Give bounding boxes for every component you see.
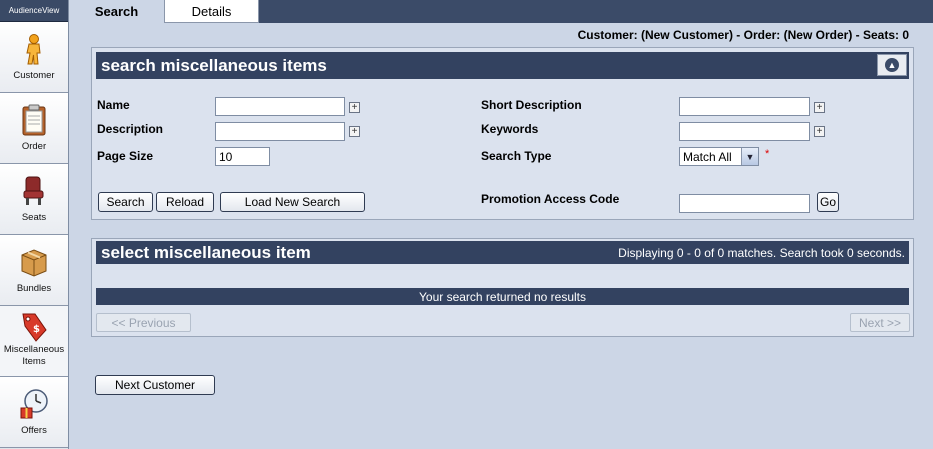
sidebar-item-order[interactable]: Order xyxy=(0,93,68,164)
brand-logo: AudienceView xyxy=(0,0,68,22)
go-button[interactable]: Go xyxy=(817,192,839,212)
price-tag-icon: $ xyxy=(18,310,50,344)
sidebar-item-label: Bundles xyxy=(16,283,52,294)
sidebar-item-label: Order xyxy=(21,141,47,152)
chevron-down-icon[interactable]: ▼ xyxy=(741,148,758,165)
sidebar-item-label: Customer xyxy=(13,70,55,81)
short-description-label: Short Description xyxy=(481,98,582,112)
search-type-value: Match All xyxy=(683,149,732,164)
page-size-input[interactable] xyxy=(215,147,270,166)
keywords-input[interactable] xyxy=(679,122,810,141)
description-label: Description xyxy=(97,122,164,136)
sidebar-item-miscellaneous-items[interactable]: $ Miscellaneous Items xyxy=(0,306,68,377)
seat-icon xyxy=(18,174,50,208)
sidebar-item-offers[interactable]: Offers xyxy=(0,377,68,448)
sidebar-item-label: Seats xyxy=(21,212,47,223)
short-description-input[interactable] xyxy=(679,97,810,116)
sidebar-item-label: Miscellaneous Items xyxy=(3,344,65,367)
search-panel-title: search miscellaneous items xyxy=(101,55,327,75)
page-size-label: Page Size xyxy=(97,149,154,163)
sidebar-item-label: Offers xyxy=(21,425,47,436)
load-new-search-button[interactable]: Load New Search xyxy=(220,192,365,212)
name-input[interactable] xyxy=(215,97,345,116)
next-customer-button[interactable]: Next Customer xyxy=(95,375,215,395)
box-icon xyxy=(18,245,50,279)
results-panel: select miscellaneous item Displaying 0 -… xyxy=(91,238,914,337)
tab-details[interactable]: Details xyxy=(164,0,259,23)
clock-gift-icon xyxy=(18,387,50,421)
search-panel: search miscellaneous items ▲ Name + Desc… xyxy=(91,47,914,220)
customer-figure-icon xyxy=(18,32,50,66)
svg-text:$: $ xyxy=(33,324,40,335)
promotion-access-code-label: Promotion Access Code xyxy=(481,192,620,206)
collapse-button[interactable]: ▲ xyxy=(877,54,907,76)
no-results-message: Your search returned no results xyxy=(96,288,909,305)
results-panel-title: select miscellaneous item xyxy=(101,242,311,262)
keywords-label: Keywords xyxy=(481,122,539,136)
expand-plus-icon[interactable]: + xyxy=(349,102,360,113)
results-status: Displaying 0 - 0 of 0 matches. Search to… xyxy=(618,245,905,260)
expand-plus-icon[interactable]: + xyxy=(814,102,825,113)
search-panel-header: search miscellaneous items ▲ xyxy=(96,52,909,79)
search-button[interactable]: Search xyxy=(98,192,153,212)
promotion-access-code-input[interactable] xyxy=(679,194,810,213)
tab-bar: Search Details xyxy=(69,0,933,23)
description-input[interactable] xyxy=(215,122,345,141)
reload-button[interactable]: Reload xyxy=(156,192,214,212)
expand-plus-icon[interactable]: + xyxy=(814,126,825,137)
required-marker: * xyxy=(765,148,770,160)
order-status-line: Customer: (New Customer) - Order: (New O… xyxy=(577,28,909,42)
sidebar-item-seats[interactable]: Seats xyxy=(0,164,68,235)
clipboard-icon xyxy=(18,103,50,137)
tab-search[interactable]: Search xyxy=(69,0,164,23)
sidebar: AudienceView Customer Order Seats Bundle… xyxy=(0,0,69,449)
sidebar-item-bundles[interactable]: Bundles xyxy=(0,235,68,306)
next-button[interactable]: Next >> xyxy=(850,313,910,332)
name-label: Name xyxy=(97,98,130,112)
expand-plus-icon[interactable]: + xyxy=(349,126,360,137)
search-type-label: Search Type xyxy=(481,149,552,163)
previous-button[interactable]: << Previous xyxy=(96,313,191,332)
chevron-up-icon: ▲ xyxy=(885,58,899,72)
sidebar-item-customer[interactable]: Customer xyxy=(0,22,68,93)
results-panel-header: select miscellaneous item Displaying 0 -… xyxy=(96,241,909,264)
search-type-select[interactable]: Match All ▼ xyxy=(679,147,759,166)
